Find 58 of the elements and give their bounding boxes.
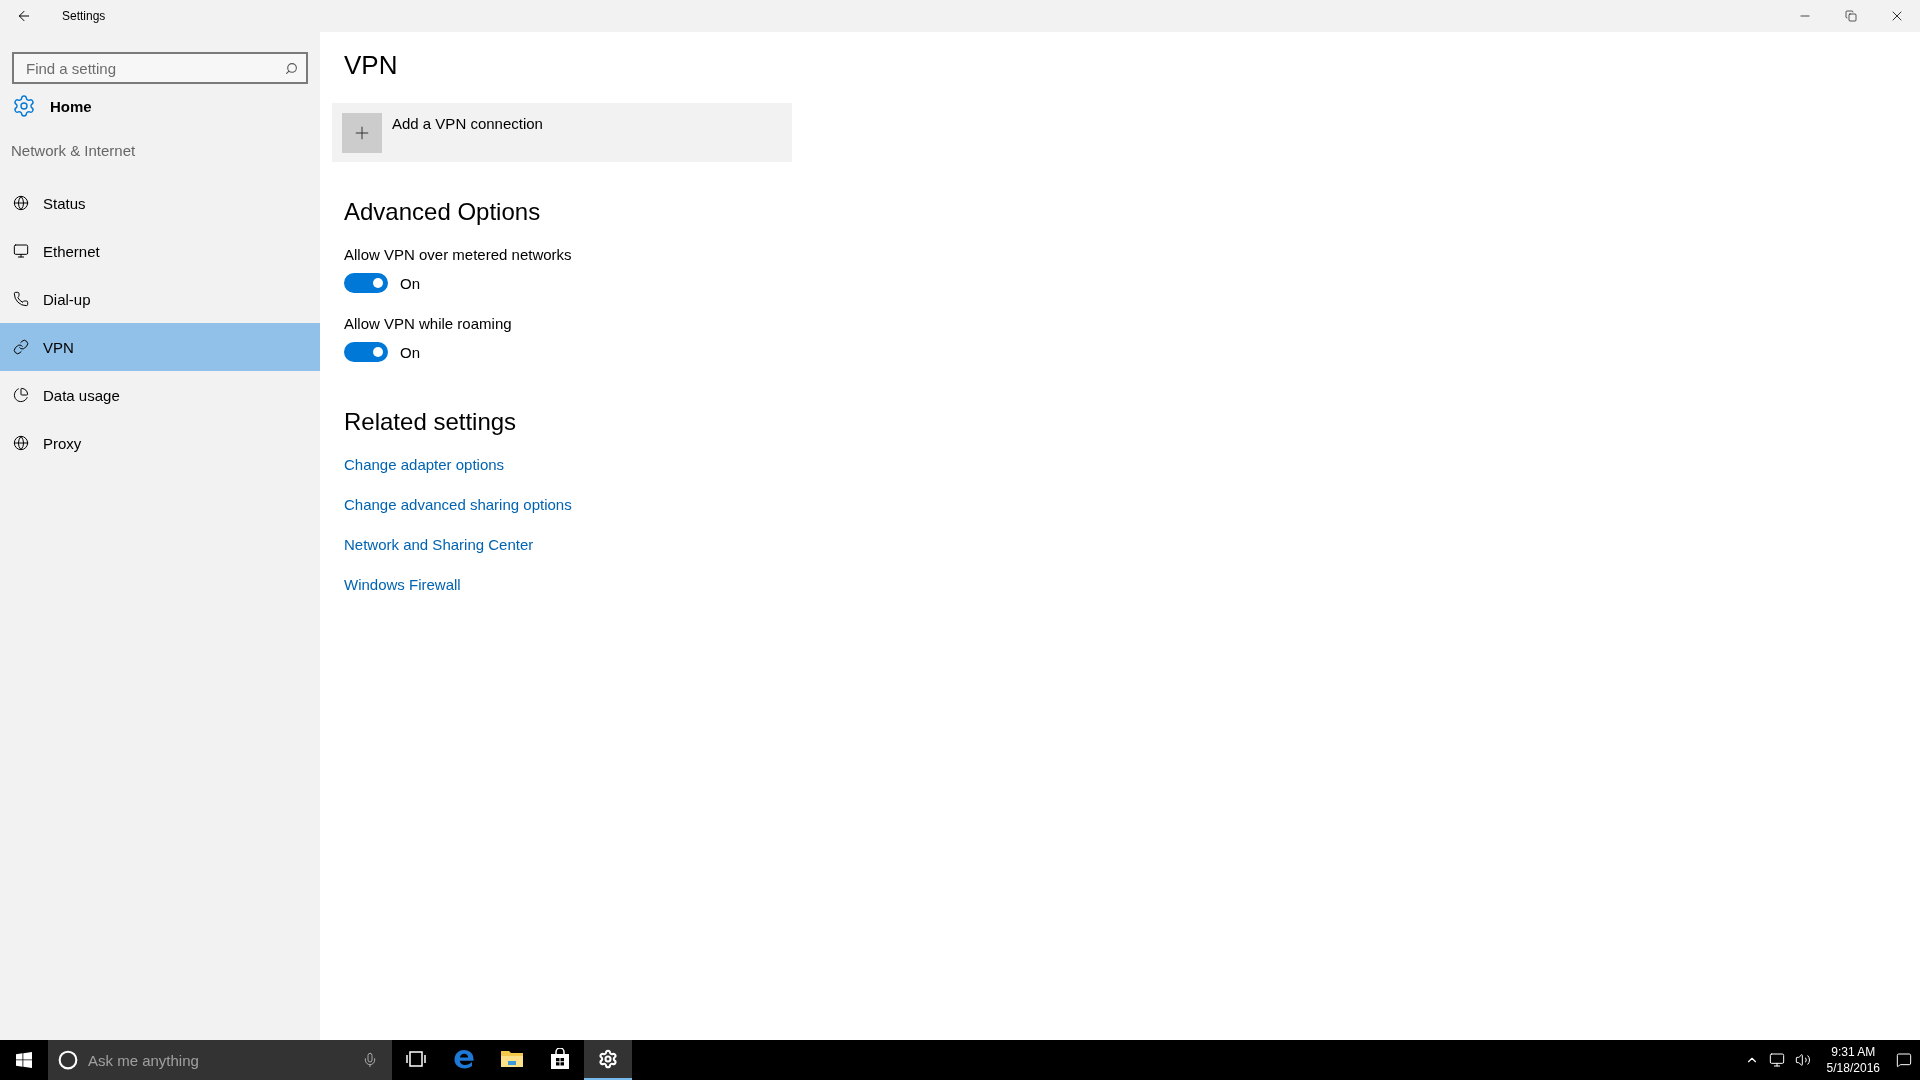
nav-item[interactable]: Dial-up [0,275,320,323]
nav-label: Proxy [43,434,82,452]
back-arrow-icon [16,8,32,24]
phone-icon [13,291,29,307]
settings-link[interactable]: Windows Firewall [344,576,461,593]
nav-item[interactable]: Ethernet [0,227,320,275]
monitor-icon [13,243,29,259]
nav-item[interactable]: Proxy [0,419,320,467]
toggle-switch[interactable] [344,342,388,362]
cortana-ring-icon [58,1050,78,1070]
settings-link[interactable]: Change advanced sharing options [344,496,572,513]
nav-label: Status [43,194,86,212]
search-icon [285,61,298,75]
section-heading: Related settings [344,408,517,436]
gear-icon [12,94,36,118]
nav-item[interactable]: Status [0,179,320,227]
nav-item[interactable]: VPN [0,323,320,371]
clock[interactable]: 9:31 AM 5/18/2016 [1820,1044,1886,1076]
toggle-label: Allow VPN over metered networks [344,246,572,263]
nav-label: Data usage [43,386,120,404]
globe-icon [13,195,29,211]
nav-label: Ethernet [43,242,100,260]
browser-icon [453,1048,475,1070]
toggle-state: On [400,343,420,361]
window-title: Settings [62,9,107,23]
clock-date: 5/18/2016 [1826,1060,1880,1076]
section-label: Network & Internet [10,141,137,161]
folder-icon [500,1049,524,1069]
windows-logo-icon [16,1052,32,1068]
toggle-state: On [400,274,420,292]
taskbar-search-box[interactable]: Ask me anything [48,1040,392,1080]
toggle-switch[interactable] [344,273,388,293]
section-heading: Advanced Options [344,198,541,226]
nav-label: VPN [43,338,74,356]
notifications-icon[interactable] [1896,1052,1912,1068]
globe-icon [13,435,29,451]
toggle-label: Allow VPN while roaming [344,315,512,332]
nav-item[interactable]: Data usage [0,371,320,419]
shopping-bag-icon [550,1048,570,1070]
gear-icon [598,1049,618,1069]
clock-time: 9:31 AM [1831,1044,1876,1060]
page-title: VPN [344,50,398,81]
task-view-icon [406,1051,426,1067]
search-box[interactable]: Find a setting [12,52,308,84]
settings-link[interactable]: Network and Sharing Center [344,536,534,553]
nav-label: Dial-up [43,290,91,308]
volume-icon[interactable] [1794,1052,1811,1068]
microphone-icon [362,1052,378,1068]
restore-icon [1845,10,1857,22]
network-icon[interactable] [1768,1052,1785,1068]
taskbar-app-button[interactable] [584,1040,632,1080]
taskbar-search-field[interactable]: Ask me anything [86,1050,354,1070]
settings-link[interactable]: Change adapter options [344,456,505,473]
pie-chart-icon [13,387,29,403]
search-field[interactable]: Find a setting [24,58,285,78]
home-link[interactable]: Home [50,97,92,115]
add-vpn-button[interactable]: Add a VPN connection [332,103,792,162]
link-icon [13,339,29,355]
